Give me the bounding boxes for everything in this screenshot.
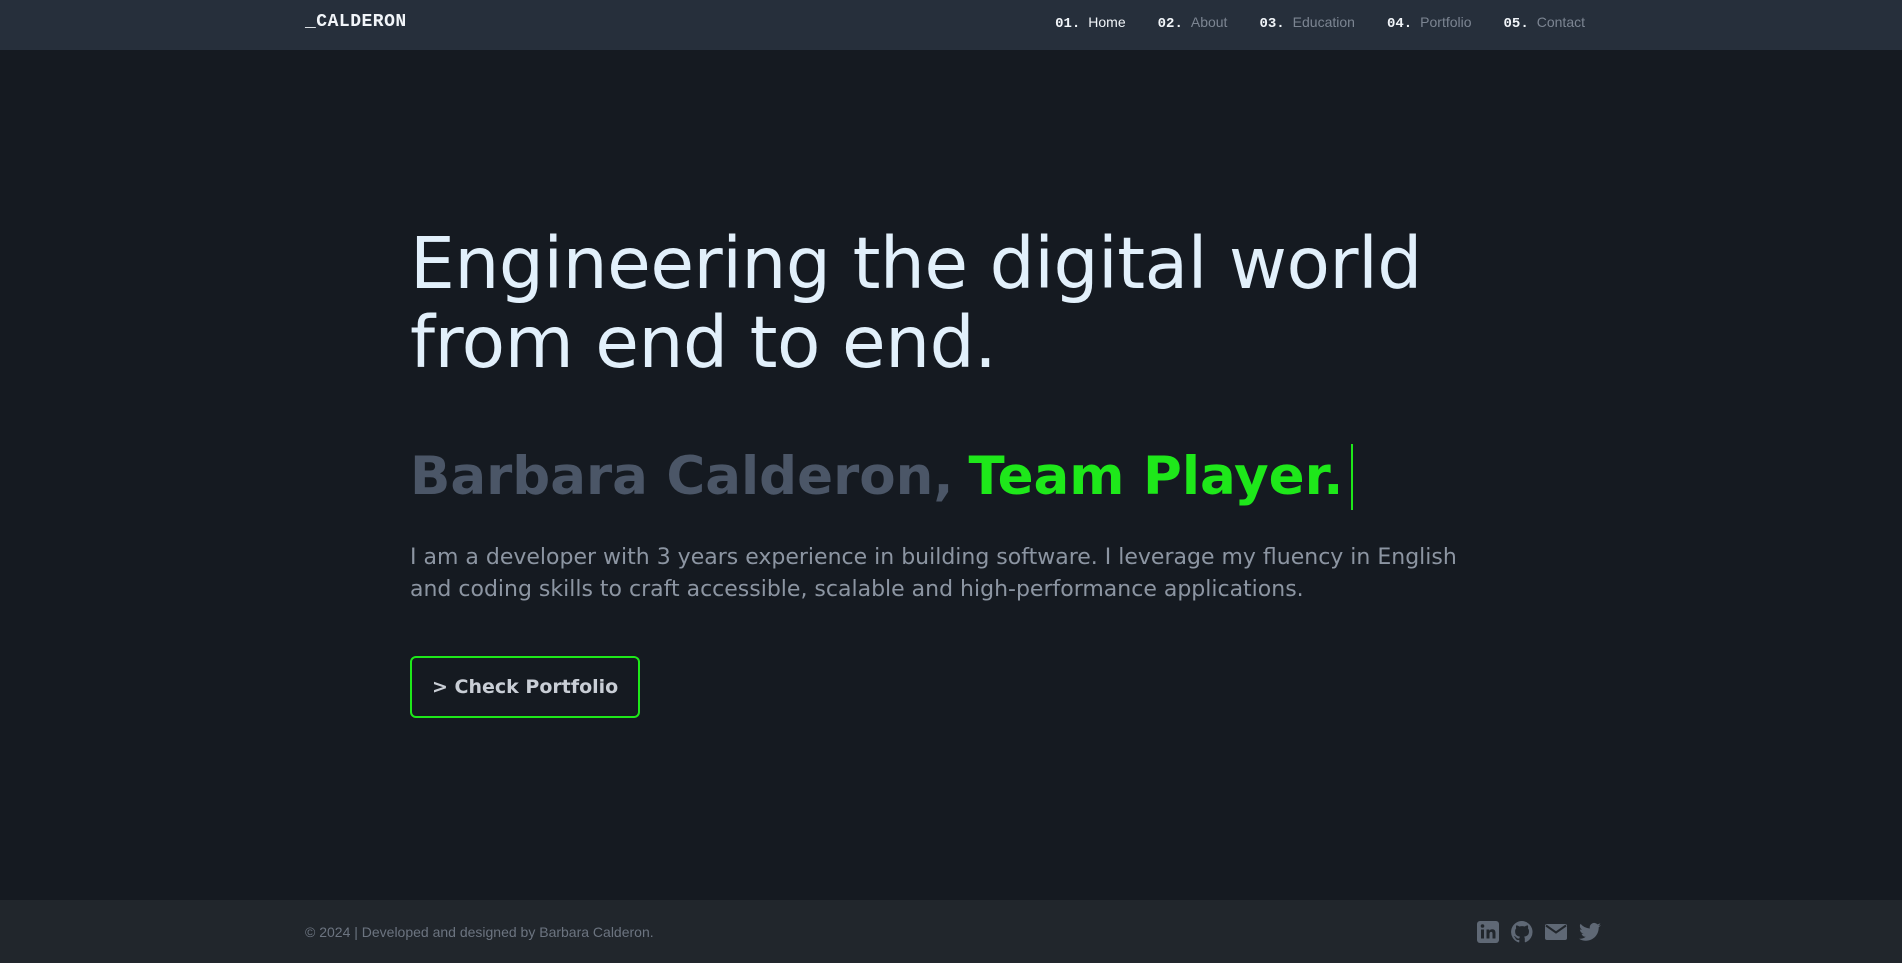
- email-icon[interactable]: [1544, 920, 1568, 944]
- typed-role: Team Player.: [968, 446, 1344, 507]
- twitter-icon[interactable]: [1578, 920, 1602, 944]
- headline-line-2: from end to end.: [410, 301, 997, 384]
- nav-label: About: [1190, 14, 1228, 30]
- nav-number: 04.: [1386, 16, 1413, 32]
- top-navbar: _CALDERON 01. Home 02. About 03. Educati…: [0, 0, 1902, 50]
- nav-number: 02.: [1157, 16, 1183, 32]
- linkedin-icon[interactable]: [1476, 920, 1500, 944]
- nav-label: Portfolio: [1420, 14, 1472, 30]
- nav-item-about[interactable]: 02. About: [1158, 14, 1228, 32]
- headline-line-1: Engineering the digital world: [410, 222, 1422, 305]
- check-portfolio-button[interactable]: > Check Portfolio: [410, 656, 641, 718]
- intro-paragraph: I am a developer with 3 years experience…: [410, 545, 1457, 602]
- nav-label: Home: [1088, 14, 1126, 30]
- hero-section: Engineering the digital world from end t…: [410, 224, 1510, 718]
- nav-label: Contact: [1536, 14, 1585, 30]
- nav-item-contact[interactable]: 05. Contact: [1504, 14, 1585, 32]
- nav-number: 03.: [1259, 16, 1285, 32]
- hero-headline: Engineering the digital world from end t…: [410, 224, 1510, 382]
- typing-cursor: [1351, 444, 1354, 510]
- nav-label: Education: [1292, 14, 1355, 30]
- site-logo[interactable]: _CALDERON: [305, 12, 407, 32]
- nav-item-home[interactable]: 01. Home: [1055, 14, 1126, 32]
- hero-subheading: Barbara Calderon, Team Player.: [410, 444, 1510, 510]
- nav-item-education[interactable]: 03. Education: [1259, 14, 1355, 32]
- copyright-text: © 2024 | Developed and designed by Barba…: [305, 924, 654, 940]
- social-links: [1476, 920, 1602, 944]
- main-nav: 01. Home 02. About 03. Education 04. Por…: [1055, 14, 1585, 32]
- nav-item-portfolio[interactable]: 04. Portfolio: [1387, 14, 1472, 32]
- page-footer: © 2024 | Developed and designed by Barba…: [0, 900, 1902, 963]
- github-icon[interactable]: [1510, 920, 1534, 944]
- nav-number: 01.: [1055, 16, 1081, 32]
- owner-name: Barbara Calderon,: [410, 446, 954, 507]
- nav-number: 05.: [1503, 16, 1529, 32]
